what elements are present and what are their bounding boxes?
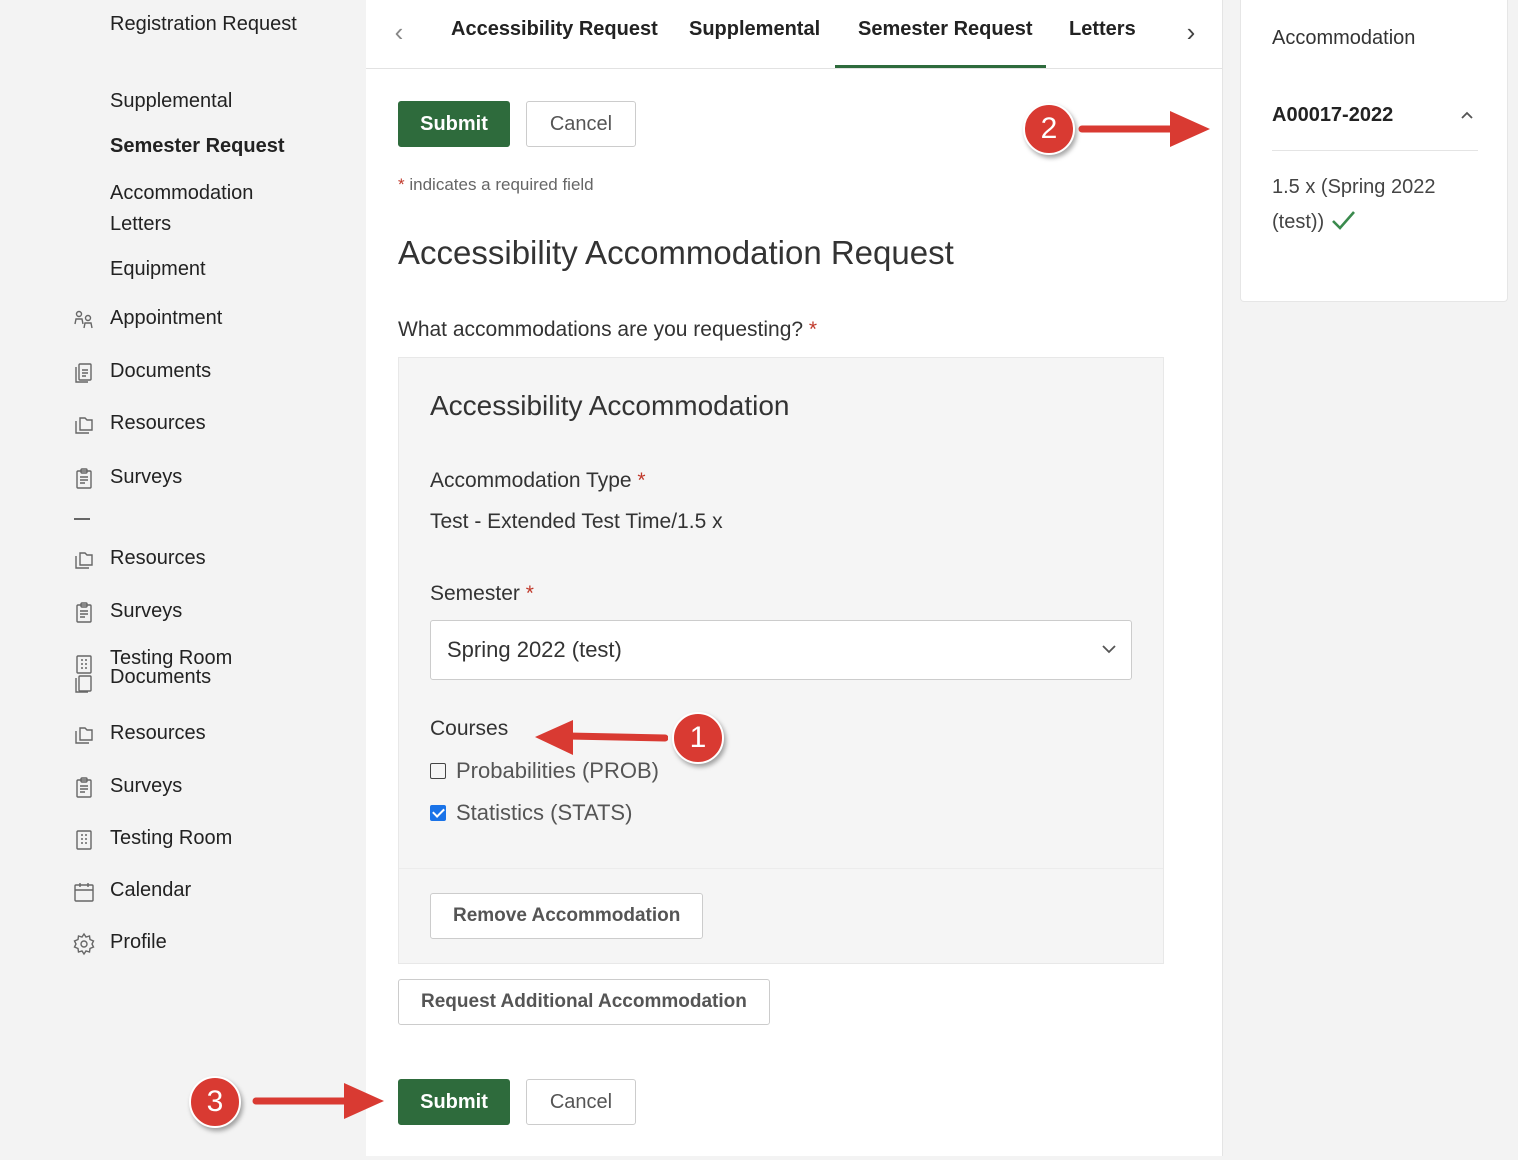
resources-icon	[72, 723, 96, 747]
sidebar-item-surveys-3[interactable]: Surveys	[110, 771, 182, 802]
testing-room-documents-icon	[72, 654, 96, 694]
accommodation-id[interactable]: A00017-2022	[1272, 104, 1393, 127]
sidebar-item-resources-3[interactable]: Resources	[110, 718, 206, 749]
accommodation-card: Accessibility Accommodation Accommodatio…	[398, 357, 1164, 964]
submit-button-bottom[interactable]: Submit	[398, 1079, 510, 1125]
sidebar-item-resources-2[interactable]: Resources	[110, 543, 206, 574]
sidebar-item-equipment[interactable]: Equipment	[110, 254, 206, 285]
sidebar-item-semester-request[interactable]: Semester Request	[110, 131, 285, 162]
request-additional-accommodation-button[interactable]: Request Additional Accommodation	[398, 979, 770, 1025]
annotation-arrow-1	[535, 720, 668, 755]
surveys-icon	[72, 467, 96, 491]
cancel-button-bottom[interactable]: Cancel	[526, 1079, 636, 1125]
tab-supplemental[interactable]: Supplemental	[689, 18, 820, 41]
sidebar-item-surveys-2[interactable]: Surveys	[110, 596, 182, 627]
tab-accessibility-request[interactable]: Accessibility Request	[451, 18, 658, 41]
tab-semester-request[interactable]: Semester Request	[858, 18, 1033, 41]
required-star: *	[808, 318, 818, 341]
required-star: *	[525, 582, 534, 605]
required-star: *	[398, 175, 405, 194]
accommodation-summary: 1.5 x (Spring 2022 (test))	[1272, 170, 1482, 243]
remove-accommodation-button[interactable]: Remove Accommodation	[430, 893, 704, 939]
tab-bar: ‹ Accessibility Request Supplemental Sem…	[366, 0, 1222, 69]
sidebar-item-resources[interactable]: Resources	[110, 408, 206, 439]
appointment-icon	[72, 308, 96, 332]
accommodation-card-title: Accessibility Accommodation	[430, 390, 790, 421]
required-star: *	[637, 469, 646, 492]
course-option-prob[interactable]: Probabilities (PROB)	[430, 758, 659, 784]
resources-icon	[72, 413, 96, 437]
sidebar-item-testing-room-documents[interactable]: Testing Room Documents	[110, 648, 310, 687]
card-divider	[399, 868, 1163, 869]
annotation-arrow-3	[252, 1083, 384, 1119]
summary-divider	[1272, 150, 1478, 151]
chevron-up-icon[interactable]	[1457, 106, 1477, 126]
sidebar: Registration Request Supplemental Semest…	[0, 0, 365, 1160]
accommodation-summary-panel: Accommodation A00017-2022 1.5 x (Spring …	[1240, 0, 1508, 302]
sidebar-item-calendar[interactable]: Calendar	[110, 875, 191, 906]
course-checkbox-stats[interactable]	[430, 805, 446, 821]
course-label-prob: Probabilities (PROB)	[456, 758, 659, 783]
accommodation-type-value: Test - Extended Test Time/1.5 x	[430, 510, 723, 533]
required-field-note: * indicates a required field	[398, 175, 594, 195]
annotation-badge-3: 3	[189, 1076, 241, 1128]
semester-label: Semester *	[430, 582, 534, 606]
sidebar-divider	[74, 518, 90, 520]
gear-icon	[72, 932, 96, 956]
sidebar-item-testing-room[interactable]: Testing Room	[110, 823, 232, 854]
annotation-badge-2: 2	[1023, 103, 1075, 155]
sidebar-item-surveys[interactable]: Surveys	[110, 462, 182, 493]
page-title: Accessibility Accommodation Request	[398, 234, 954, 271]
tab-scroll-left-icon[interactable]: ‹	[384, 18, 414, 48]
semester-label-text: Semester	[430, 582, 520, 605]
active-tab-indicator	[835, 65, 1046, 68]
semester-select-value: Spring 2022 (test)	[447, 637, 622, 662]
resources-icon	[72, 548, 96, 572]
surveys-icon	[72, 601, 96, 625]
testing-room-icon	[72, 828, 96, 852]
sidebar-item-appointment[interactable]: Appointment	[110, 303, 222, 334]
summary-panel-title: Accommodation	[1272, 27, 1416, 49]
checkmark-icon	[1330, 208, 1356, 243]
calendar-icon	[72, 880, 96, 904]
annotation-arrow-2	[1078, 111, 1210, 147]
courses-label: Courses	[430, 717, 509, 740]
sidebar-item-registration-request[interactable]: Registration Request	[110, 9, 310, 40]
main-panel: ‹ Accessibility Request Supplemental Sem…	[366, 0, 1223, 1156]
course-label-stats: Statistics (STATS)	[456, 800, 633, 825]
question-text: What accommodations are you requesting?	[398, 318, 804, 341]
documents-icon	[72, 361, 96, 385]
accommodation-type-label: Accommodation Type *	[430, 469, 646, 493]
course-option-stats[interactable]: Statistics (STATS)	[430, 800, 632, 826]
tab-scroll-right-icon[interactable]: ›	[1176, 18, 1206, 48]
semester-select[interactable]: Spring 2022 (test)	[430, 620, 1132, 680]
sidebar-item-supplemental[interactable]: Supplemental	[110, 86, 232, 117]
surveys-icon	[72, 776, 96, 800]
sidebar-item-documents[interactable]: Documents	[110, 356, 211, 387]
sidebar-item-profile[interactable]: Profile	[110, 927, 167, 958]
accommodation-type-label-text: Accommodation Type	[430, 469, 632, 492]
tab-letters[interactable]: Letters	[1069, 18, 1136, 41]
accommodations-question: What accommodations are you requesting? …	[398, 318, 817, 342]
chevron-down-icon	[1099, 639, 1119, 659]
sidebar-item-accommodation-letters[interactable]: Accommodation Letters	[110, 178, 310, 240]
submit-button-top[interactable]: Submit	[398, 101, 510, 147]
annotation-badge-1: 1	[672, 712, 724, 764]
course-checkbox-prob[interactable]	[430, 763, 446, 779]
required-note-text: indicates a required field	[409, 175, 594, 194]
cancel-button-top[interactable]: Cancel	[526, 101, 636, 147]
